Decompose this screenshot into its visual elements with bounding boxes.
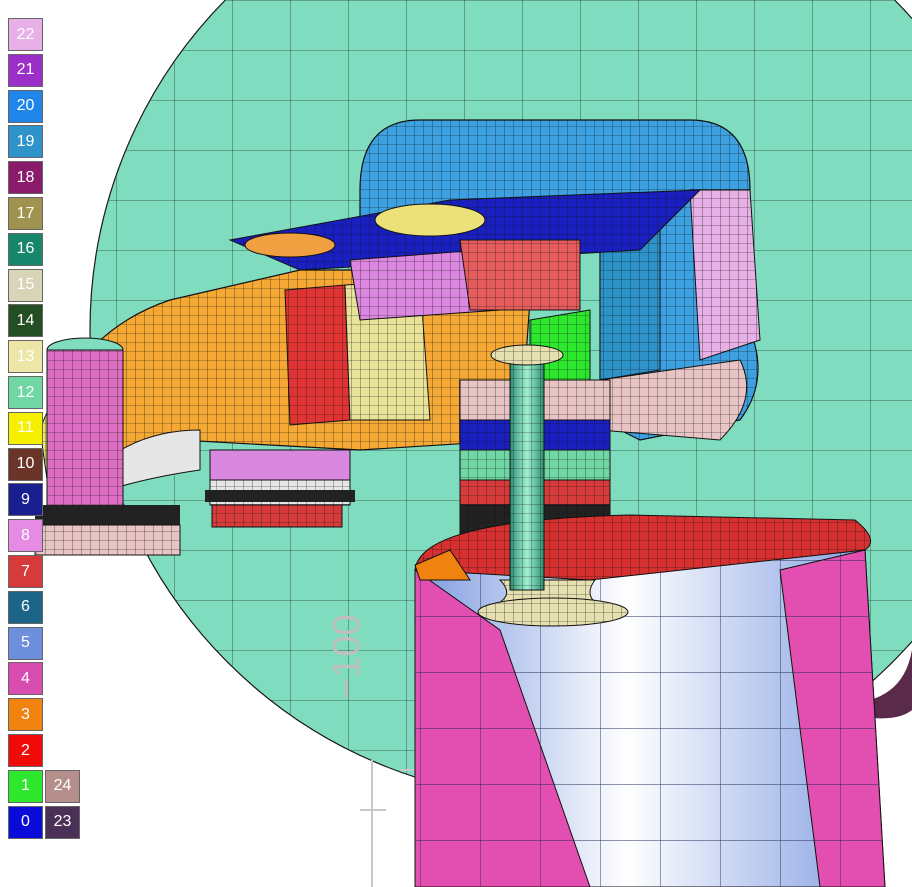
legend-swatch-label: 23	[53, 813, 72, 831]
legend-swatch-label: 6	[21, 598, 30, 616]
legend-swatch-13[interactable]: 13	[8, 340, 43, 374]
legend-swatch-1[interactable]: 1	[8, 769, 43, 803]
axis-label: −100	[326, 614, 368, 700]
legend-swatch-label: 16	[16, 240, 35, 258]
legend-swatch-11[interactable]: 11	[8, 411, 43, 445]
legend-swatch-23[interactable]: 23	[45, 805, 80, 839]
legend-swatch-label: 4	[21, 669, 30, 687]
legend-swatch-2[interactable]: 2	[8, 734, 43, 767]
legend-swatch-19[interactable]: 19	[8, 125, 43, 159]
legend-swatch-label: 19	[16, 132, 35, 150]
legend-swatch-6[interactable]: 6	[8, 590, 43, 624]
legend-swatch-5[interactable]: 5	[8, 626, 43, 660]
legend-swatch-17[interactable]: 17	[8, 197, 43, 230]
legend-swatch-label: 3	[21, 705, 30, 723]
legend-swatch-9[interactable]: 9	[8, 483, 43, 517]
legend-swatch-label: 12	[16, 383, 35, 401]
legend-swatch-21[interactable]: 21	[8, 53, 43, 87]
legend-swatch-label: 20	[16, 97, 35, 115]
legend-swatch-label: 1	[21, 777, 30, 795]
legend-swatch-12[interactable]: 12	[8, 376, 43, 409]
legend-swatch-label: 24	[53, 777, 72, 795]
axis-ticks	[360, 760, 420, 887]
port-bosses	[205, 449, 355, 528]
legend-swatch-4[interactable]: 4	[8, 662, 43, 696]
legend-swatch-7[interactable]: 7	[8, 555, 43, 588]
legend-swatch-label: 15	[16, 276, 35, 294]
legend-swatch-24[interactable]: 24	[45, 769, 80, 803]
cylinder	[414, 514, 886, 887]
legend-swatch-label: 22	[16, 25, 35, 43]
legend-swatch-15[interactable]: 15	[8, 268, 43, 302]
legend-swatch-label: 11	[17, 419, 34, 437]
legend-swatch-20[interactable]: 20	[8, 89, 43, 123]
3d-viewport[interactable]	[0, 0, 912, 887]
legend-swatch-label: 10	[16, 455, 35, 473]
legend-swatch-14[interactable]: 14	[8, 304, 43, 338]
legend-swatch-label: 0	[21, 813, 30, 831]
legend-swatch-label: 5	[21, 634, 30, 652]
legend-swatch-22[interactable]: 22	[8, 18, 43, 51]
legend-swatch-label: 9	[21, 490, 30, 508]
legend-swatch-label: 17	[16, 204, 35, 222]
color-legend: 22 21 20 19 18 17 16 15 14 13 12 11 10 9 8 7 6 5 4 3 2 1 0 24 23	[8, 18, 80, 858]
legend-swatch-18[interactable]: 18	[8, 161, 43, 195]
legend-swatch-16[interactable]: 16	[8, 232, 43, 266]
legend-swatch-8[interactable]: 8	[8, 519, 43, 553]
legend-swatch-label: 18	[16, 168, 35, 186]
legend-swatch-0[interactable]: 0	[8, 805, 43, 839]
legend-swatch-3[interactable]: 3	[8, 698, 43, 732]
legend-swatch-label: 7	[21, 562, 30, 580]
legend-swatch-label: 14	[16, 311, 35, 329]
legend-swatch-10[interactable]: 10	[8, 447, 43, 481]
legend-swatch-label: 21	[16, 61, 35, 79]
legend-swatch-label: 2	[21, 741, 30, 759]
legend-swatch-label: 13	[16, 347, 35, 365]
legend-swatch-label: 8	[21, 526, 30, 544]
